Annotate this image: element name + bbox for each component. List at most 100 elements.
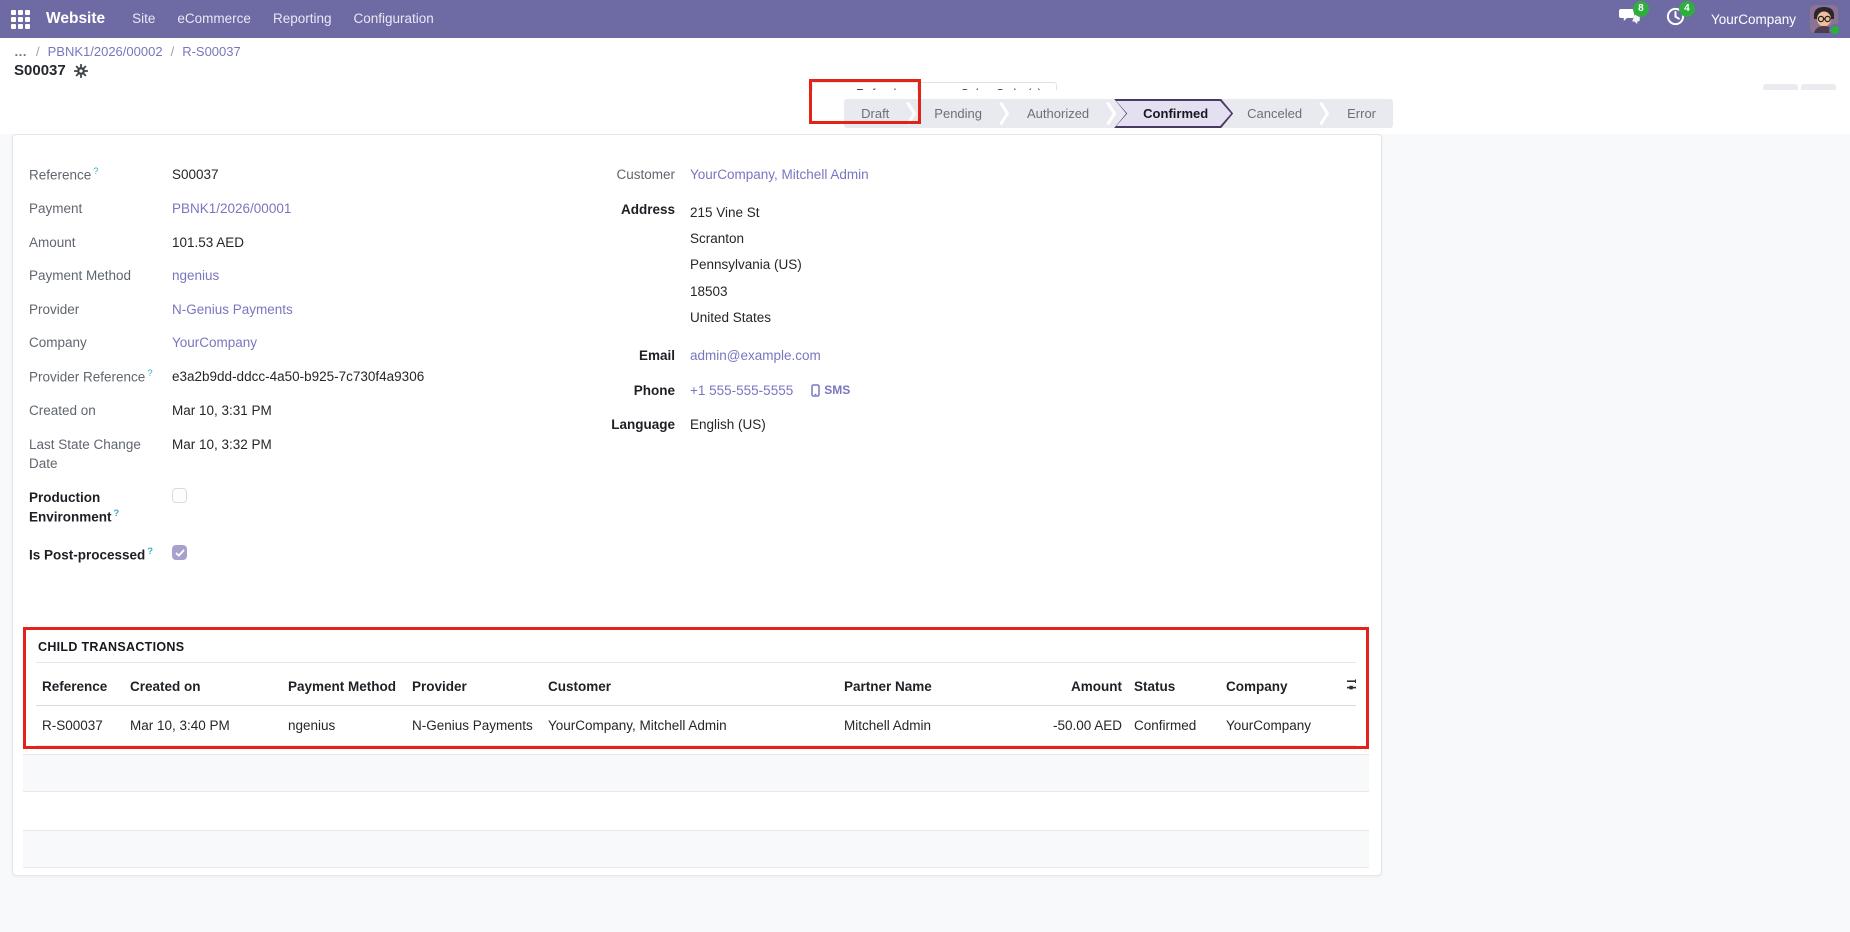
field-label-is-post-processed: Is Post-processed?: [29, 546, 154, 563]
field-value-customer[interactable]: YourCompany, Mitchell Admin: [690, 165, 869, 185]
status-step-draft[interactable]: Draft: [844, 99, 906, 128]
field-label-payment-method: Payment Method: [29, 268, 132, 284]
table-header-row: Reference Created on Payment Method Prov…: [36, 663, 1356, 707]
form-sheet: Reference? S00037 Payment PBNK1/2026/00001…: [12, 134, 1382, 876]
table-row[interactable]: R-S00037 Mar 10, 3:40 PM ngenius N-Geniu…: [36, 705, 1356, 747]
field-value-language: English (US): [690, 417, 766, 433]
field-value-company[interactable]: YourCompany: [172, 333, 257, 353]
status-separator: [999, 99, 1010, 128]
cell-provider: N-Genius Payments: [406, 705, 542, 747]
company-switcher[interactable]: YourCompany: [1711, 12, 1796, 27]
screen: Website Site eCommerce Reporting Configu…: [0, 0, 1850, 932]
column-header-provider[interactable]: Provider: [406, 663, 542, 707]
status-step-canceled[interactable]: Canceled: [1230, 99, 1319, 128]
menu-site[interactable]: Site: [121, 0, 166, 38]
empty-list-row: [23, 792, 1369, 830]
messages-badge: 8: [1632, 1, 1649, 17]
sms-label: SMS: [824, 383, 851, 398]
field-label-amount: Amount: [29, 234, 76, 250]
actions-gear-icon[interactable]: [73, 63, 88, 78]
status-step-pending[interactable]: Pending: [917, 99, 999, 128]
field-value-reference: S00037: [172, 167, 219, 182]
status-separator: [1106, 99, 1117, 128]
field-value-provider[interactable]: N-Genius Payments: [172, 300, 293, 320]
statusbar: Draft Pending Authorized Confirmed Cance…: [844, 99, 1393, 128]
field-value-address: 215 Vine St Scranton Pennsylvania (US) 1…: [690, 200, 802, 332]
breadcrumb-link-refund[interactable]: R-S00037: [182, 44, 241, 59]
control-panel: … / PBNK1/2026/00002 / R-S00037 S00037 R…: [0, 38, 1850, 125]
menu-ecommerce[interactable]: eCommerce: [166, 0, 262, 38]
column-header-created-on[interactable]: Created on: [124, 663, 282, 707]
optional-columns-button[interactable]: [1340, 663, 1356, 707]
column-header-partner-name[interactable]: Partner Name: [838, 663, 1010, 707]
address-line: Scranton: [690, 230, 745, 246]
form-statusbar-row: Draft Pending Authorized Confirmed Cance…: [0, 90, 1850, 134]
apps-grid-icon: [10, 9, 30, 29]
mobile-phone-icon: [811, 384, 820, 397]
top-navbar: Website Site eCommerce Reporting Configu…: [0, 0, 1850, 38]
online-status-dot: [1829, 24, 1841, 36]
help-icon[interactable]: ?: [147, 368, 152, 379]
form-view-background: Reference? S00037 Payment PBNK1/2026/00001…: [0, 134, 1850, 932]
field-value-phone[interactable]: +1 555-555-5555: [690, 381, 793, 401]
field-value-amount: 101.53 AED: [172, 234, 245, 250]
field-group-left: Reference? S00037 Payment PBNK1/2026/00001…: [29, 165, 563, 583]
field-label-company: Company: [29, 335, 87, 351]
field-value-payment[interactable]: PBNK1/2026/00001: [172, 199, 291, 219]
column-header-payment-method[interactable]: Payment Method: [282, 663, 406, 707]
cell-status: Confirmed: [1128, 705, 1220, 747]
field-label-created-on: Created on: [29, 402, 96, 418]
menu-configuration[interactable]: Configuration: [343, 0, 445, 38]
child-transactions-table: Reference Created on Payment Method Prov…: [36, 663, 1356, 747]
field-value-email[interactable]: admin@example.com: [690, 346, 821, 366]
sms-button[interactable]: SMS: [811, 381, 850, 401]
activities-button[interactable]: 4: [1659, 1, 1695, 34]
sliders-icon: [1347, 679, 1356, 690]
breadcrumb-separator: /: [170, 44, 175, 59]
field-value-last-state-change: Mar 10, 3:32 PM: [172, 436, 272, 452]
column-header-customer[interactable]: Customer: [542, 663, 838, 707]
field-label-last-state-change: Last State Change Date: [29, 436, 141, 472]
status-step-confirmed[interactable]: Confirmed: [1114, 99, 1233, 128]
column-header-status[interactable]: Status: [1128, 663, 1220, 707]
is-post-processed-checkbox[interactable]: [172, 545, 187, 561]
cell-partner-name: Mitchell Admin: [838, 705, 1010, 747]
address-line: 215 Vine St: [690, 204, 760, 220]
address-line: United States: [690, 309, 772, 325]
cell-reference: R-S00037: [36, 705, 124, 747]
breadcrumb: … / PBNK1/2026/00002 / R-S00037: [14, 44, 241, 59]
menu-reporting[interactable]: Reporting: [262, 0, 343, 38]
address-line: 18503: [690, 283, 728, 299]
breadcrumb-block: … / PBNK1/2026/00002 / R-S00037 S00037: [14, 44, 241, 79]
status-step-error[interactable]: Error: [1330, 99, 1393, 128]
help-icon[interactable]: ?: [147, 546, 153, 557]
column-header-amount[interactable]: Amount: [1010, 663, 1128, 707]
field-label-provider: Provider: [29, 301, 80, 317]
user-avatar[interactable]: [1810, 5, 1841, 36]
cell-amount: -50.00 AED: [1010, 705, 1128, 747]
apps-menu-button[interactable]: [0, 0, 40, 38]
child-transactions-section: CHILD TRANSACTIONS Reference Created on …: [23, 627, 1369, 750]
status-step-authorized[interactable]: Authorized: [1010, 99, 1106, 128]
field-value-payment-method[interactable]: ngenius: [172, 266, 219, 286]
production-environment-checkbox[interactable]: [172, 487, 187, 503]
navbar-systray: 8 4 YourCompany: [1613, 1, 1850, 36]
breadcrumb-link-payment[interactable]: PBNK1/2026/00002: [48, 44, 163, 59]
status-separator: [1319, 99, 1330, 128]
field-value-created-on: Mar 10, 3:31 PM: [172, 402, 272, 418]
breadcrumb-ellipsis[interactable]: …: [14, 44, 28, 59]
empty-list-row: [23, 754, 1369, 793]
help-icon[interactable]: ?: [93, 166, 98, 177]
field-label-reference: Reference?: [29, 166, 99, 183]
column-header-company[interactable]: Company: [1220, 663, 1340, 707]
field-label-production-environment: Production Environment?: [29, 489, 120, 525]
field-label-phone: Phone: [633, 382, 675, 398]
column-header-reference[interactable]: Reference: [36, 663, 124, 707]
messages-button[interactable]: 8: [1613, 1, 1649, 34]
field-value-provider-reference: e3a2b9dd-ddcc-4a50-b925-7c730f4a9306: [172, 368, 425, 384]
app-name[interactable]: Website: [46, 10, 105, 28]
help-icon[interactable]: ?: [114, 508, 120, 519]
field-label-provider-reference: Provider Reference?: [29, 367, 153, 385]
child-transactions-title: CHILD TRANSACTIONS: [36, 638, 1356, 664]
address-line: Pennsylvania (US): [690, 257, 802, 273]
